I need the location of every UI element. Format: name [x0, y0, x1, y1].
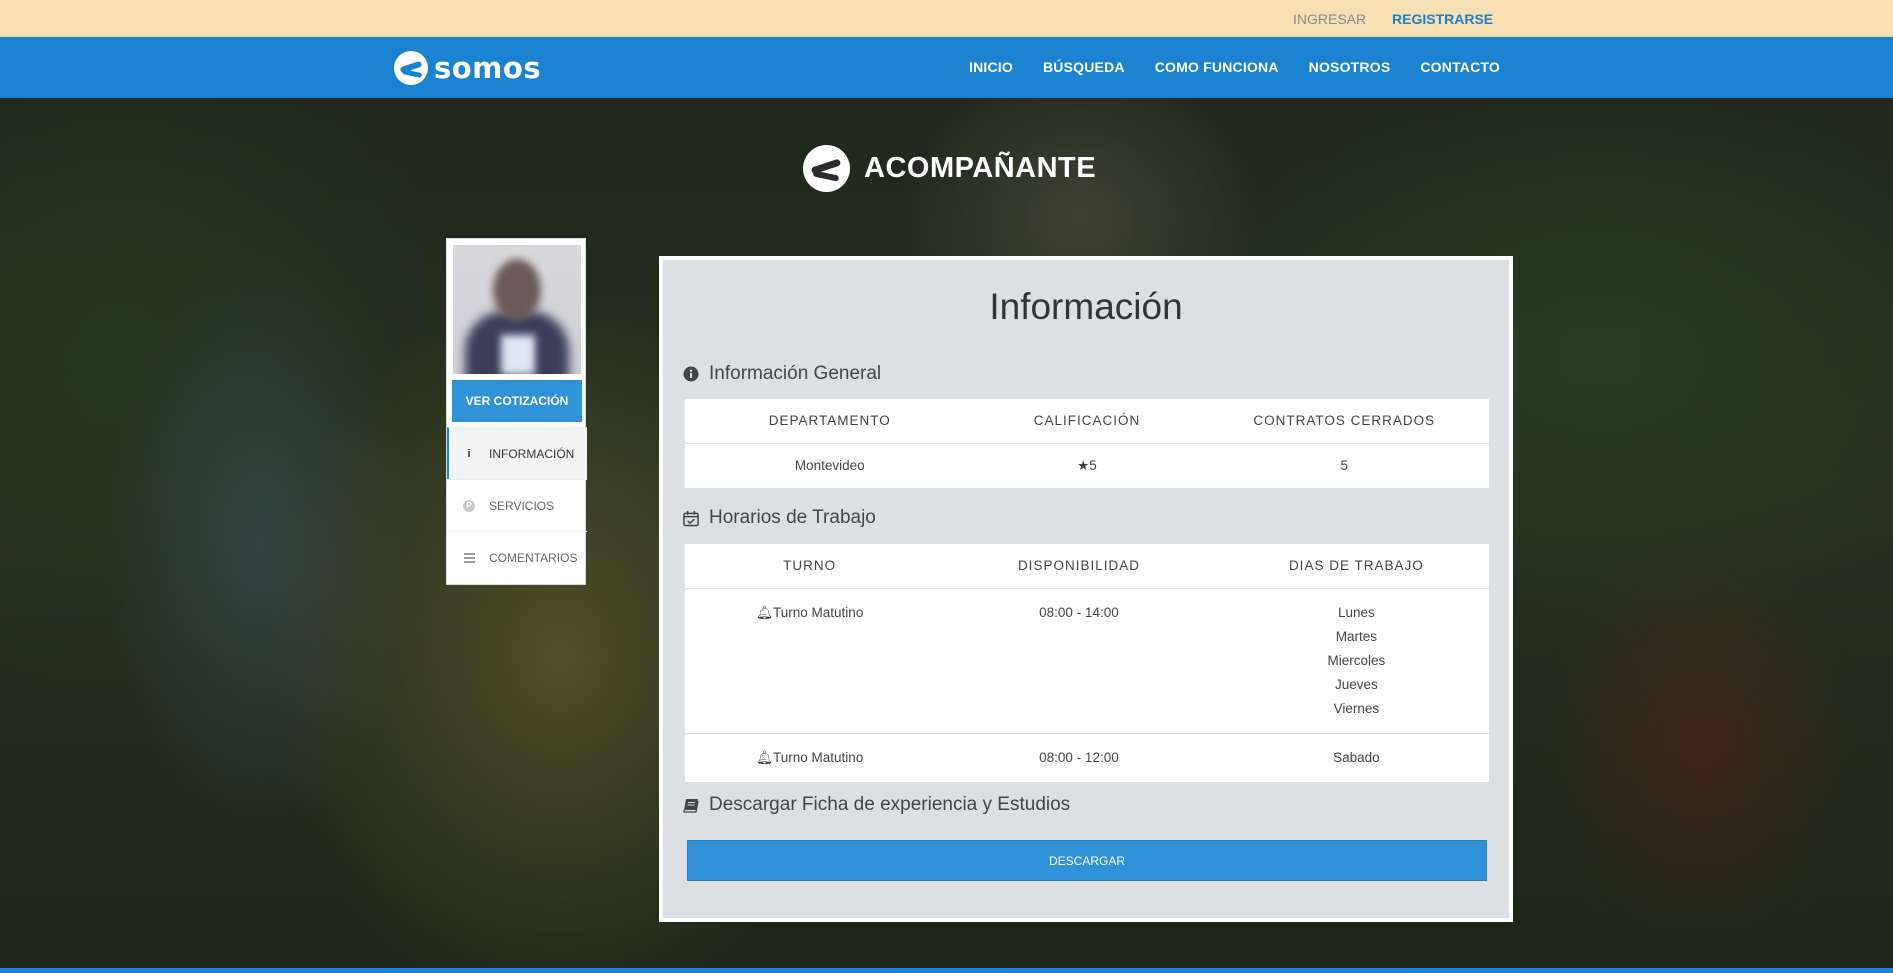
- nav-item-nosotros[interactable]: NOSOTROS: [1309, 59, 1391, 75]
- download-heading: Descargar Ficha de experiencia y Estudio…: [683, 794, 1070, 816]
- tab-informacion[interactable]: i INFORMACIÓN: [447, 427, 587, 479]
- download-button[interactable]: DESCARGAR: [687, 840, 1487, 881]
- hands-logo-icon: [394, 51, 428, 85]
- profile-sidebar: VER COTIZACIÓN i INFORMACIÓN P SERVICIOS…: [446, 238, 587, 585]
- bell-icon: 🔔︎: [755, 749, 774, 765]
- rating-cell: ★5: [974, 443, 1200, 489]
- rating-value: 5: [1089, 457, 1097, 473]
- section-title: Horarios de Trabajo: [709, 507, 876, 528]
- info-circle-icon: [683, 366, 699, 382]
- column-header: CONTRATOS CERRADOS: [1199, 399, 1489, 444]
- table-header-row: DEPARTAMENTO CALIFICACIÓN CONTRATOS CERR…: [685, 399, 1489, 444]
- contracts-value: 5: [1199, 443, 1489, 489]
- schedule-heading: Horarios de Trabajo: [683, 507, 876, 529]
- nav-item-como-funciona[interactable]: COMO FUNCIONA: [1155, 59, 1279, 75]
- bell-icon: 🔔︎: [755, 604, 774, 620]
- section-title: Información General: [709, 363, 882, 384]
- book-icon: [683, 797, 699, 813]
- availability-value: 08:00 - 12:00: [934, 733, 1224, 783]
- section-title: Descargar Ficha de experiencia y Estudio…: [709, 794, 1071, 815]
- tab-comentarios[interactable]: COMENTARIOS: [447, 531, 587, 583]
- days-cell: Sabado: [1223, 733, 1489, 783]
- brand-name: somos: [434, 51, 542, 85]
- shift-cell: 🔔︎Turno Matutino: [685, 588, 935, 734]
- info-icon: i: [467, 447, 471, 460]
- department-value: Montevideo: [685, 443, 975, 489]
- day-item: Martes: [1335, 628, 1377, 644]
- general-info-heading: Información General: [683, 363, 881, 385]
- column-header: DISPONIBILIDAD: [934, 544, 1224, 589]
- comments-icon: [463, 552, 475, 564]
- day-item: Sabado: [1333, 749, 1380, 765]
- login-link[interactable]: INGRESAR: [1293, 11, 1366, 27]
- calendar-check-icon: [683, 510, 699, 526]
- schedule-table: TURNO DISPONIBILIDAD DIAS DE TRABAJO 🔔︎T…: [685, 544, 1489, 783]
- hands-badge-icon: [803, 145, 850, 192]
- tab-label: SERVICIOS: [489, 498, 555, 513]
- nav-item-busqueda[interactable]: BÚSQUEDA: [1043, 59, 1125, 75]
- tab-label: COMENTARIOS: [489, 550, 578, 565]
- table-row: 🔔︎Turno Matutino 08:00 - 12:00 Sabado: [685, 733, 1489, 783]
- day-item: Viernes: [1333, 700, 1380, 716]
- nav-item-inicio[interactable]: INICIO: [969, 59, 1013, 75]
- nav-item-contacto[interactable]: CONTACTO: [1420, 59, 1500, 75]
- column-header: DEPARTAMENTO: [685, 399, 975, 444]
- general-info-table: DEPARTAMENTO CALIFICACIÓN CONTRATOS CERR…: [685, 399, 1489, 489]
- day-item: Lunes: [1337, 604, 1375, 620]
- information-card: Información Información General DEPARTAM…: [659, 256, 1513, 922]
- day-item: Jueves: [1334, 676, 1378, 692]
- star-icon: ★: [1077, 457, 1090, 473]
- column-header: CALIFICACIÓN: [974, 399, 1200, 444]
- page-heading: ACOMPAÑANTE: [803, 145, 1096, 192]
- column-header: DIAS DE TRABAJO: [1223, 544, 1489, 589]
- card-title: Información: [989, 286, 1183, 327]
- shift-value: Turno Matutino: [773, 604, 864, 620]
- nav-menu: INICIO BÚSQUEDA COMO FUNCIONA NOSOTROS C…: [969, 59, 1500, 75]
- shift-cell: 🔔︎Turno Matutino: [685, 733, 935, 783]
- shift-value: Turno Matutino: [773, 749, 864, 765]
- tab-label: INFORMACIÓN: [489, 446, 575, 461]
- top-bar: INGRESAR REGISTRARSE: [0, 0, 1893, 37]
- table-header-row: TURNO DISPONIBILIDAD DIAS DE TRABAJO: [685, 544, 1489, 589]
- view-quote-button[interactable]: VER COTIZACIÓN: [452, 380, 582, 422]
- parking-icon: P: [463, 499, 475, 512]
- tab-servicios[interactable]: P SERVICIOS: [447, 479, 587, 531]
- page-title: ACOMPAÑANTE: [864, 152, 1097, 184]
- profile-tabs: i INFORMACIÓN P SERVICIOS COMENTARIOS: [447, 427, 587, 583]
- table-row: Montevideo ★5 5: [685, 443, 1489, 489]
- register-link[interactable]: REGISTRARSE: [1392, 11, 1493, 27]
- days-cell: Lunes Martes Miercoles Jueves Viernes: [1223, 588, 1489, 734]
- day-item: Miercoles: [1327, 652, 1386, 668]
- main-navigation: somos INICIO BÚSQUEDA COMO FUNCIONA NOSO…: [0, 37, 1893, 98]
- profile-photo: [453, 245, 581, 374]
- availability-value: 08:00 - 14:00: [934, 588, 1224, 734]
- brand-logo[interactable]: somos: [394, 50, 541, 86]
- column-header: TURNO: [685, 544, 935, 589]
- table-row: 🔔︎Turno Matutino 08:00 - 14:00 Lunes Mar…: [685, 588, 1489, 734]
- bottom-border: [0, 968, 1893, 973]
